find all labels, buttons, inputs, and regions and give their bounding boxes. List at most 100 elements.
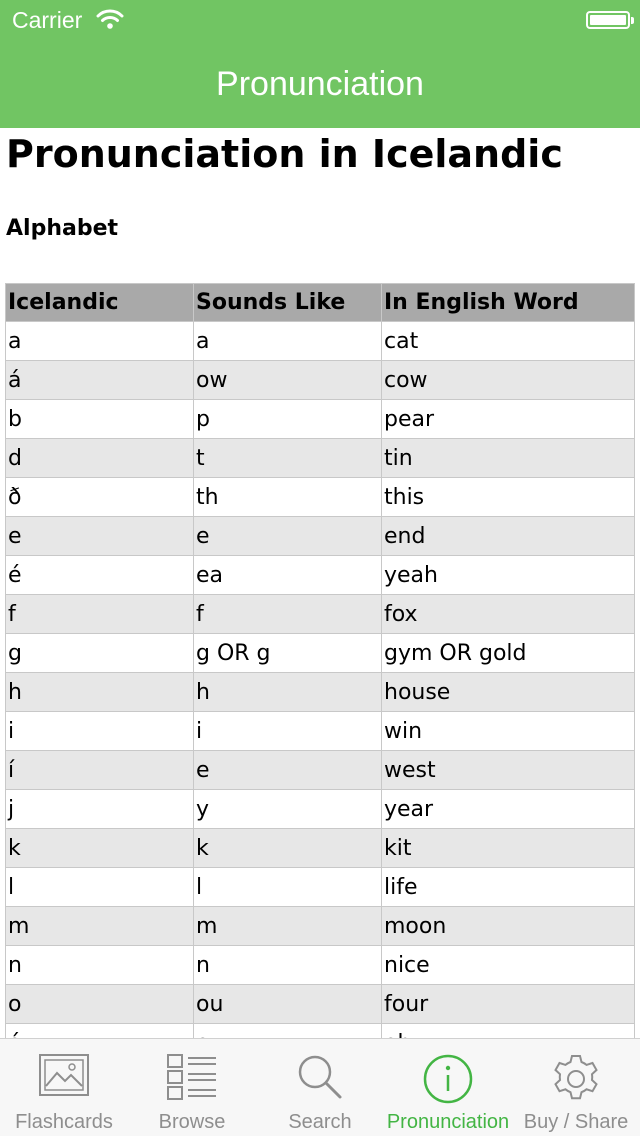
cell-icelandic: i bbox=[5, 711, 194, 751]
cell-icelandic: d bbox=[5, 438, 194, 478]
cell-icelandic: j bbox=[5, 789, 194, 829]
cell-sounds-like: t bbox=[193, 438, 382, 478]
cell-english-word: tin bbox=[381, 438, 635, 478]
tab-label: Pronunciation bbox=[386, 1111, 510, 1133]
cell-english-word: gym OR gold bbox=[381, 633, 635, 673]
content-area[interactable]: Pronunciation in Icelandic Alphabet Icel… bbox=[0, 128, 640, 1038]
cell-english-word: yeah bbox=[381, 555, 635, 595]
cell-english-word: year bbox=[381, 789, 635, 829]
table-row: í e west bbox=[5, 750, 635, 790]
cell-icelandic: e bbox=[5, 516, 194, 556]
table-row: k k kit bbox=[5, 828, 635, 868]
cell-english-word: moon bbox=[381, 906, 635, 946]
cell-icelandic: m bbox=[5, 906, 194, 946]
column-header-sounds-like: Sounds Like bbox=[193, 283, 382, 322]
cell-icelandic: í bbox=[5, 750, 194, 790]
tab-browse[interactable]: Browse bbox=[128, 1039, 256, 1137]
table-row: ð th this bbox=[5, 477, 635, 517]
tab-pronunciation[interactable]: Pronunciation bbox=[384, 1039, 512, 1137]
wifi-icon bbox=[96, 8, 124, 34]
cell-sounds-like: ou bbox=[193, 984, 382, 1024]
cell-english-word: kit bbox=[381, 828, 635, 868]
cell-sounds-like: e bbox=[193, 750, 382, 790]
column-header-icelandic: Icelandic bbox=[5, 283, 194, 322]
tab-buy-share[interactable]: Buy / Share bbox=[512, 1039, 640, 1137]
cell-english-word: life bbox=[381, 867, 635, 907]
cell-icelandic: h bbox=[5, 672, 194, 712]
cell-icelandic: é bbox=[5, 555, 194, 595]
cell-icelandic: ó bbox=[5, 1023, 194, 1038]
cell-sounds-like: p bbox=[193, 399, 382, 439]
cell-icelandic: ð bbox=[5, 477, 194, 517]
search-icon bbox=[298, 1055, 342, 1099]
image-icon bbox=[39, 1054, 89, 1096]
cell-icelandic: b bbox=[5, 399, 194, 439]
table-row: j y year bbox=[5, 789, 635, 829]
cell-english-word: west bbox=[381, 750, 635, 790]
table-header-row: Icelandic Sounds Like In English Word bbox=[5, 283, 635, 322]
tab-flashcards[interactable]: Flashcards bbox=[0, 1039, 128, 1137]
info-icon bbox=[423, 1054, 473, 1104]
tab-label: Buy / Share bbox=[523, 1111, 629, 1133]
cell-sounds-like: a bbox=[193, 321, 382, 361]
table-row: d t tin bbox=[5, 438, 635, 478]
cell-sounds-like: k bbox=[193, 828, 382, 868]
cell-sounds-like: f bbox=[193, 594, 382, 634]
cell-english-word: cow bbox=[381, 360, 635, 400]
cell-icelandic: l bbox=[5, 867, 194, 907]
cell-icelandic: a bbox=[5, 321, 194, 361]
cell-english-word: win bbox=[381, 711, 635, 751]
section-heading: Alphabet bbox=[6, 216, 119, 241]
table-row: e e end bbox=[5, 516, 635, 556]
column-header-english-word: In English Word bbox=[381, 283, 635, 322]
cell-sounds-like: ow bbox=[193, 360, 382, 400]
cell-english-word: this bbox=[381, 477, 635, 517]
cell-sounds-like: m bbox=[193, 906, 382, 946]
cell-sounds-like: i bbox=[193, 711, 382, 751]
table-row: i i win bbox=[5, 711, 635, 751]
carrier-label: Carrier bbox=[12, 7, 83, 33]
cell-sounds-like: h bbox=[193, 672, 382, 712]
cell-icelandic: k bbox=[5, 828, 194, 868]
tab-search[interactable]: Search bbox=[256, 1039, 384, 1137]
cell-english-word: nice bbox=[381, 945, 635, 985]
cell-icelandic: á bbox=[5, 360, 194, 400]
cell-english-word: cat bbox=[381, 321, 635, 361]
cell-english-word: four bbox=[381, 984, 635, 1024]
cell-icelandic: o bbox=[5, 984, 194, 1024]
cell-icelandic: n bbox=[5, 945, 194, 985]
table-row: óooh bbox=[5, 1023, 635, 1038]
battery-icon bbox=[586, 11, 634, 29]
cell-sounds-like: y bbox=[193, 789, 382, 829]
cell-english-word: pear bbox=[381, 399, 635, 439]
cell-icelandic: f bbox=[5, 594, 194, 634]
table-row: n n nice bbox=[5, 945, 635, 985]
cell-sounds-like: e bbox=[193, 516, 382, 556]
tab-label: Flashcards bbox=[15, 1111, 113, 1133]
tab-label: Search bbox=[288, 1111, 352, 1133]
cell-sounds-like: ea bbox=[193, 555, 382, 595]
cell-sounds-like: th bbox=[193, 477, 382, 517]
table-row: f f fox bbox=[5, 594, 635, 634]
tab-label: Browse bbox=[158, 1111, 226, 1133]
alphabet-table: Icelandic Sounds Like In English Word aa… bbox=[5, 283, 635, 1038]
table-row: a a cat bbox=[5, 321, 635, 361]
list-icon bbox=[167, 1054, 216, 1100]
cell-sounds-like: g OR g bbox=[193, 633, 382, 673]
cell-english-word: house bbox=[381, 672, 635, 712]
table-row: h h house bbox=[5, 672, 635, 712]
table-row: é ea yeah bbox=[5, 555, 635, 595]
nav-title: Pronunciation bbox=[216, 65, 424, 103]
cell-english-word: end bbox=[381, 516, 635, 556]
status-bar: Carrier bbox=[0, 0, 640, 40]
cell-sounds-like: o bbox=[193, 1023, 382, 1038]
cell-english-word: oh bbox=[381, 1023, 635, 1038]
cell-english-word: fox bbox=[381, 594, 635, 634]
table-row: á ow cow bbox=[5, 360, 635, 400]
cell-icelandic: g bbox=[5, 633, 194, 673]
table-row: l l life bbox=[5, 867, 635, 907]
header: Carrier Pronunciation bbox=[0, 0, 640, 128]
cell-sounds-like: l bbox=[193, 867, 382, 907]
table-row: gg OR g gym OR gold bbox=[5, 633, 635, 673]
table-row: o ou four bbox=[5, 984, 635, 1024]
